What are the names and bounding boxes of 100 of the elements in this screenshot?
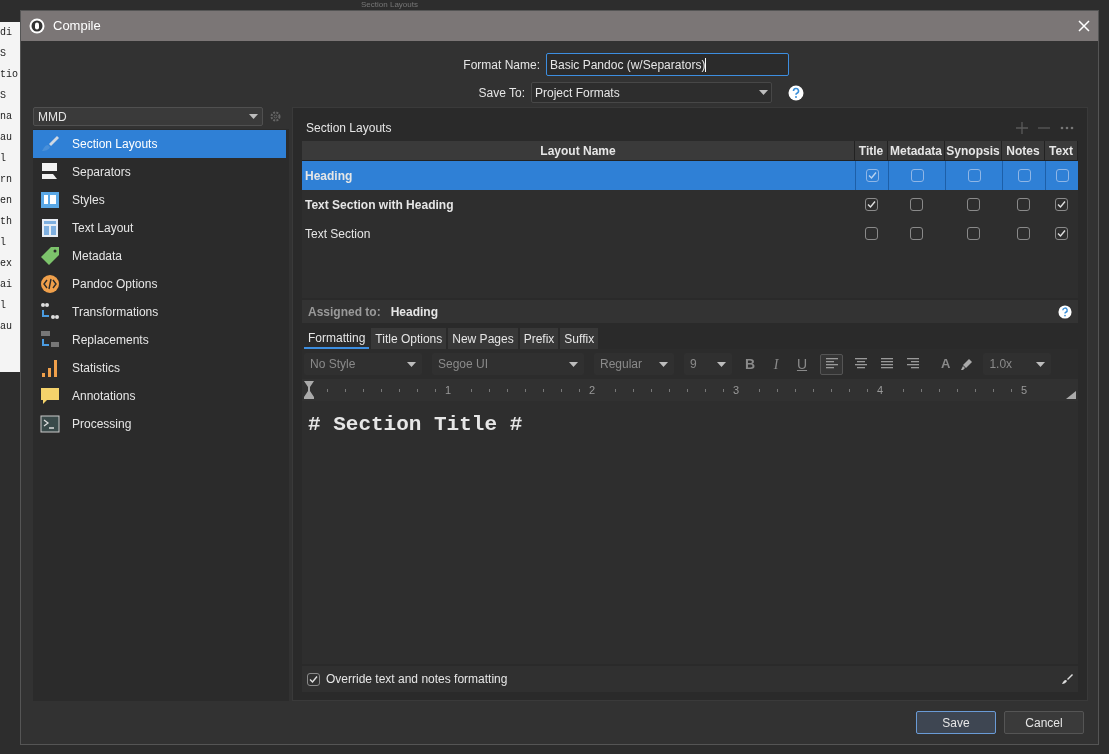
editor-text: S bbox=[0, 47, 6, 60]
align-left-button[interactable] bbox=[820, 353, 843, 375]
save-to-dropdown[interactable]: Project Formats bbox=[531, 82, 772, 103]
caret-icon bbox=[569, 361, 578, 367]
style-dropdown[interactable]: No Style bbox=[304, 353, 422, 375]
window-title: Compile bbox=[53, 17, 102, 36]
align-justify-icon[interactable] bbox=[879, 358, 895, 370]
checkbox[interactable] bbox=[865, 227, 878, 240]
background-title: Section Layouts bbox=[361, 0, 418, 10]
indent-marker-icon[interactable] bbox=[304, 381, 314, 399]
column-header[interactable]: Text bbox=[1045, 141, 1078, 160]
more-icon[interactable] bbox=[1060, 126, 1074, 130]
checkbox[interactable] bbox=[967, 227, 980, 240]
format-name-field[interactable]: Basic Pandoc (w/Separators) bbox=[546, 53, 789, 76]
font-dropdown[interactable]: Segoe UI bbox=[432, 353, 584, 375]
editor-text: en bbox=[0, 194, 12, 207]
sidebar-item[interactable]: Pandoc Options bbox=[33, 270, 286, 298]
checkbox[interactable] bbox=[865, 198, 878, 211]
sidebar-item[interactable]: Text Layout bbox=[33, 214, 286, 242]
bold-button[interactable]: B bbox=[742, 353, 758, 375]
app-logo-icon bbox=[29, 18, 45, 34]
ruler-number: 4 bbox=[876, 382, 883, 398]
help-icon[interactable] bbox=[1058, 304, 1072, 319]
align-left-icon[interactable] bbox=[823, 358, 840, 370]
code-icon bbox=[40, 274, 60, 294]
settings-icon[interactable] bbox=[269, 110, 282, 123]
column-header[interactable]: Notes bbox=[1002, 141, 1045, 160]
editor-text: th bbox=[0, 215, 12, 228]
format-name-label: Format Name: bbox=[462, 56, 540, 74]
override-label: Override text and notes formatting bbox=[326, 671, 509, 688]
checkbox[interactable] bbox=[910, 169, 924, 182]
tab[interactable]: Suffix bbox=[560, 328, 599, 349]
editor-area[interactable]: # Section Title # bbox=[302, 401, 1078, 664]
editor-text: na bbox=[0, 110, 12, 123]
checkbox[interactable] bbox=[1017, 198, 1030, 211]
help-icon[interactable] bbox=[788, 84, 804, 101]
paintbrush-icon bbox=[40, 134, 60, 154]
sidebar-item[interactable]: Section Layouts bbox=[33, 130, 286, 158]
bar-chart-icon bbox=[40, 358, 60, 378]
checkbox[interactable] bbox=[1055, 169, 1069, 182]
editor-text: l bbox=[0, 236, 6, 249]
column-header[interactable]: Metadata bbox=[888, 141, 945, 160]
align-center-icon[interactable] bbox=[853, 358, 869, 370]
close-icon[interactable] bbox=[1078, 20, 1090, 32]
checkbox[interactable] bbox=[1017, 227, 1030, 240]
brush-icon[interactable] bbox=[1061, 673, 1073, 685]
sidebar-item[interactable]: Metadata bbox=[33, 242, 286, 270]
text-color-button[interactable]: A bbox=[941, 354, 951, 374]
checkbox[interactable] bbox=[910, 227, 923, 240]
checkbox[interactable] bbox=[910, 198, 923, 211]
editor-text: au bbox=[0, 320, 12, 333]
editor-text: l bbox=[0, 299, 6, 312]
checkbox[interactable] bbox=[865, 169, 879, 182]
tab-stop-icon[interactable] bbox=[1066, 391, 1076, 399]
tag-icon bbox=[40, 246, 60, 266]
checkbox[interactable] bbox=[1055, 198, 1068, 211]
column-header[interactable]: Layout Name bbox=[302, 141, 855, 160]
checkbox[interactable] bbox=[967, 169, 981, 182]
ruler-number: 3 bbox=[732, 382, 739, 398]
cancel-button[interactable]: Cancel bbox=[1004, 711, 1084, 734]
sidebar-item[interactable]: Processing bbox=[33, 410, 286, 438]
table-cell-text: Heading bbox=[304, 167, 354, 185]
paragraph-style-icon bbox=[40, 190, 60, 210]
table-row[interactable]: Text Section with Heading bbox=[302, 190, 1078, 219]
editor-text: l bbox=[0, 152, 6, 165]
checkbox[interactable] bbox=[307, 672, 320, 686]
checkbox[interactable] bbox=[1017, 169, 1031, 182]
checkbox[interactable] bbox=[1055, 227, 1068, 240]
checkbox[interactable] bbox=[967, 198, 980, 211]
caret-icon bbox=[407, 361, 416, 367]
editor-text: ex bbox=[0, 257, 12, 270]
highlighter-icon[interactable] bbox=[960, 357, 974, 371]
sidebar-item[interactable]: Separators bbox=[33, 158, 286, 186]
column-header[interactable]: Title bbox=[855, 141, 888, 160]
assigned-value: Heading bbox=[390, 303, 439, 321]
ruler-number: 2 bbox=[588, 382, 595, 398]
editor-text: rn bbox=[0, 173, 12, 186]
tab[interactable]: Title Options bbox=[371, 328, 447, 349]
sidebar-item[interactable]: Annotations bbox=[33, 382, 286, 410]
underline-button[interactable]: U bbox=[794, 353, 810, 375]
tab[interactable]: New Pages bbox=[448, 328, 518, 349]
column-header[interactable]: Synopsis bbox=[945, 141, 1002, 160]
editor-text: au bbox=[0, 131, 12, 144]
ruler-number: 1 bbox=[444, 382, 451, 398]
align-right-icon[interactable] bbox=[905, 358, 921, 370]
save-button[interactable]: Save bbox=[916, 711, 996, 734]
sidebar-item[interactable]: Statistics bbox=[33, 354, 286, 382]
line-spacing-dropdown[interactable]: 1.0x bbox=[983, 353, 1052, 375]
tab[interactable]: Prefix bbox=[519, 328, 559, 349]
sidebar-item[interactable]: Transformations bbox=[33, 298, 286, 326]
sidebar-item[interactable]: Styles bbox=[33, 186, 286, 214]
table-row[interactable]: Text Section bbox=[302, 219, 1078, 248]
sidebar-item[interactable]: Replacements bbox=[33, 326, 286, 354]
layout-icon bbox=[40, 218, 60, 238]
weight-dropdown[interactable]: Regular bbox=[594, 353, 674, 375]
format-dropdown[interactable]: MMD bbox=[33, 107, 263, 126]
size-dropdown[interactable]: 9 bbox=[684, 353, 732, 375]
editor-text: S bbox=[0, 89, 6, 102]
caret-icon bbox=[659, 361, 668, 367]
italic-button[interactable]: I bbox=[768, 353, 784, 375]
